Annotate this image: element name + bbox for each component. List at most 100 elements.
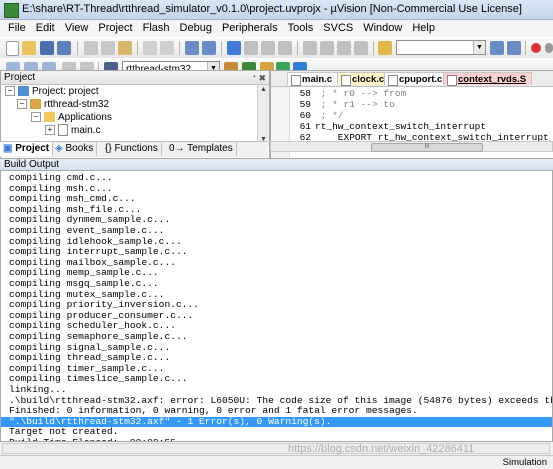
- code-line[interactable]: 58 ; * r0 --> from: [271, 88, 407, 99]
- indent-icon[interactable]: [303, 41, 317, 55]
- build-output-line[interactable]: compiling cmd.c...: [1, 173, 552, 184]
- editor-tab-main-c[interactable]: main.c: [287, 72, 339, 86]
- build-output-line[interactable]: compiling semaphore_sample.c...: [1, 332, 552, 343]
- tab-label: cpuport.c: [399, 74, 443, 85]
- menu-debug[interactable]: Debug: [175, 20, 217, 34]
- comment-icon[interactable]: [337, 41, 351, 55]
- scroll-up-icon[interactable]: ▲: [258, 85, 269, 95]
- build-output-line[interactable]: compiling mutex_sample.c...: [1, 290, 552, 301]
- tree-item-applications[interactable]: − Applications: [31, 111, 112, 124]
- build-output-line[interactable]: compiling memp_sample.c...: [1, 268, 552, 279]
- menu-help[interactable]: Help: [407, 20, 440, 34]
- next-bookmark-icon[interactable]: [261, 41, 275, 55]
- editor-hscrollbar[interactable]: III: [270, 141, 553, 152]
- tab-label: Books: [65, 143, 94, 154]
- menu-flash[interactable]: Flash: [138, 20, 175, 34]
- build-output-line[interactable]: compiling msh_cmd.c...: [1, 194, 552, 205]
- new-file-icon[interactable]: [6, 41, 19, 56]
- status-bar: Simulation: [0, 455, 553, 469]
- build-output-line[interactable]: compiling msgq_sample.c...: [1, 279, 552, 290]
- editor-tab-context-rvds-s[interactable]: context_rvds.S: [443, 72, 533, 86]
- copy-icon[interactable]: [101, 41, 115, 55]
- collapse-icon[interactable]: −: [5, 86, 15, 97]
- tree-item-target[interactable]: − rtthread-stm32: [17, 98, 109, 111]
- paste-icon[interactable]: [118, 41, 132, 55]
- project-tab-icon: ▣: [3, 143, 16, 154]
- bookmark-icon[interactable]: [227, 41, 241, 55]
- cut-icon[interactable]: [84, 41, 98, 55]
- open-folder-icon[interactable]: [22, 41, 36, 55]
- clear-bookmarks-icon[interactable]: [278, 41, 292, 55]
- prev-bookmark-icon[interactable]: [244, 41, 258, 55]
- tree-item-main-c[interactable]: + main.c: [45, 124, 100, 137]
- debug-start-icon[interactable]: [531, 43, 541, 53]
- file-toolbar: ▼: [0, 37, 553, 59]
- save-icon[interactable]: [40, 41, 54, 55]
- build-output-line[interactable]: compiling msh_file.c...: [1, 205, 552, 216]
- build-output-line[interactable]: Finished: 0 information, 0 warning, 0 er…: [1, 406, 552, 417]
- pane-pin-close-icon[interactable]: ᐩ ✖: [252, 72, 266, 85]
- menu-project[interactable]: Project: [93, 20, 137, 34]
- target-icon: [30, 99, 41, 110]
- collapse-icon[interactable]: −: [17, 99, 27, 110]
- menu-svcs[interactable]: SVCS: [318, 20, 358, 34]
- build-output-line[interactable]: compiling thread_sample.c...: [1, 353, 552, 364]
- debug-mode-status: Simulation: [502, 457, 547, 468]
- build-output-line[interactable]: .\build\rtthread-stm32.axf: error: L6050…: [1, 396, 552, 407]
- tab-project[interactable]: ▣ Project: [0, 142, 54, 156]
- build-output-line[interactable]: compiling mailbox_sample.c...: [1, 258, 552, 269]
- menu-edit[interactable]: Edit: [31, 20, 60, 34]
- uncomment-icon[interactable]: [354, 41, 368, 55]
- find-combo[interactable]: ▼: [396, 40, 486, 55]
- tab-templates[interactable]: 0→ Templates: [166, 142, 237, 156]
- project-scrollbar[interactable]: ▲ ▼: [257, 85, 269, 145]
- tab-books[interactable]: ◈ Books: [52, 142, 98, 156]
- build-output-line[interactable]: compiling msh.c...: [1, 184, 552, 195]
- editor-tabs: main.c clock.c cpuport.c context_rvds.S: [271, 71, 553, 87]
- menu-file[interactable]: File: [0, 20, 31, 34]
- code-line[interactable]: 61 rt_hw_context_switch_interrupt: [271, 121, 486, 132]
- build-output-line[interactable]: linking...: [1, 385, 552, 396]
- build-output-line[interactable]: compiling scheduler_hook.c...: [1, 321, 552, 332]
- redo-icon[interactable]: [160, 41, 174, 55]
- menu-view[interactable]: View: [60, 20, 94, 34]
- build-output-line[interactable]: Build Time Elapsed: 00:00:55: [1, 438, 552, 441]
- build-output-line[interactable]: compiling signal_sample.c...: [1, 343, 552, 354]
- tab-functions[interactable]: {} Functions: [102, 142, 162, 156]
- nav-forward-icon[interactable]: [202, 41, 216, 55]
- unindent-icon[interactable]: [320, 41, 334, 55]
- editor-tab-clock-c[interactable]: clock.c: [337, 72, 391, 86]
- build-output-pane[interactable]: compiling cmd.c... compiling msh.c... comp…: [0, 170, 553, 442]
- save-all-icon[interactable]: [57, 41, 71, 55]
- expand-icon[interactable]: +: [45, 125, 55, 136]
- build-output-line[interactable]: compiling timeslice_sample.c...: [1, 374, 552, 385]
- build-output-line[interactable]: compiling priority_inversion.c...: [1, 300, 552, 311]
- tree-item-project[interactable]: − Project: project: [5, 85, 99, 98]
- file-icon: [388, 75, 398, 86]
- code-text: ; * r1 --> to: [315, 99, 395, 110]
- incremental-find-icon[interactable]: [507, 41, 521, 55]
- chevron-down-icon[interactable]: ▼: [473, 41, 485, 54]
- build-output-line[interactable]: compiling idlehook_sample.c...: [1, 237, 552, 248]
- breakpoint-icon[interactable]: [545, 43, 553, 53]
- find-in-files-icon[interactable]: [378, 41, 392, 55]
- build-output-line[interactable]: compiling producer_consumer.c...: [1, 311, 552, 322]
- build-output-line[interactable]: compiling timer_sample.c...: [1, 364, 552, 375]
- collapse-icon[interactable]: −: [31, 112, 41, 123]
- project-pane-header: Project ᐩ ✖: [1, 71, 269, 85]
- build-output-line[interactable]: compiling interrupt_sample.c...: [1, 247, 552, 258]
- editor-tab-cpuport-c[interactable]: cpuport.c: [384, 72, 449, 86]
- code-line[interactable]: 60 ; */: [271, 110, 344, 121]
- build-output-line[interactable]: compiling dynmem_sample.c...: [1, 215, 552, 226]
- nav-back-icon[interactable]: [185, 41, 199, 55]
- menu-peripherals[interactable]: Peripherals: [217, 20, 283, 34]
- code-line[interactable]: 59 ; * r1 --> to: [271, 99, 395, 110]
- menu-window[interactable]: Window: [358, 20, 407, 34]
- build-output-line[interactable]: compiling event_sample.c...: [1, 226, 552, 237]
- build-output-line[interactable]: Target not created.: [1, 427, 552, 438]
- undo-icon[interactable]: [143, 41, 157, 55]
- find-icon[interactable]: [490, 41, 504, 55]
- scroll-thumb[interactable]: III: [371, 143, 483, 152]
- build-output-line[interactable]: ".\build\rtthread-stm32.axf" - 1 Error(s…: [1, 416, 552, 428]
- menu-tools[interactable]: Tools: [283, 20, 319, 34]
